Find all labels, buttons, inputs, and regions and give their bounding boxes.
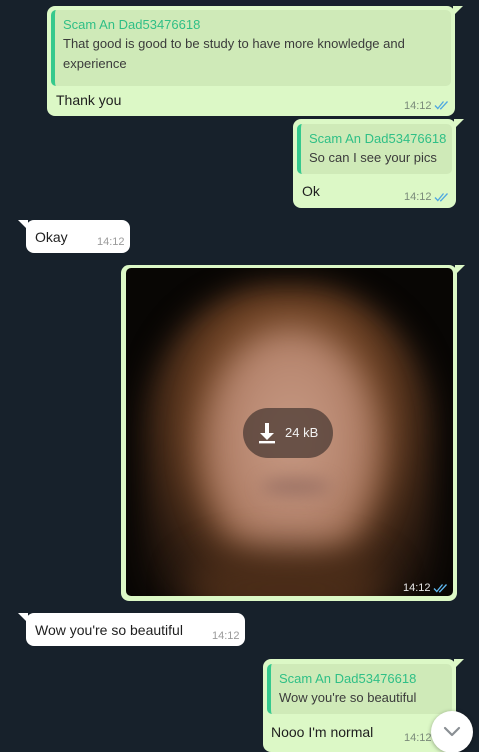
scroll-to-bottom-button[interactable]: [431, 711, 473, 752]
chat-history[interactable]: Scam An Dad53476618 That good is good to…: [0, 0, 479, 752]
message-text: Thank you: [56, 92, 122, 108]
download-button[interactable]: 24 kB: [243, 408, 333, 458]
incoming-message[interactable]: Okay 14:12: [18, 220, 130, 253]
download-arrow-icon: [259, 423, 275, 444]
quote-author: Scam An Dad53476618: [309, 131, 447, 146]
reply-quote[interactable]: Scam An Dad53476618 Wow you're so beauti…: [267, 664, 452, 714]
message-text: Ok: [302, 183, 320, 199]
quote-text: Wow you're so beautiful: [279, 690, 417, 705]
quote-text: So can I see your pics: [309, 150, 437, 165]
double-check-icon: [433, 584, 447, 593]
outgoing-message[interactable]: Scam An Dad53476618 Wow you're so beauti…: [263, 659, 464, 752]
message-time: 14:12: [212, 630, 240, 642]
reply-quote[interactable]: Scam An Dad53476618 That good is good to…: [51, 10, 451, 86]
bubble-tail: [453, 6, 463, 16]
message-text: Okay: [35, 229, 68, 245]
quote-author: Scam An Dad53476618: [279, 671, 417, 686]
bubble-tail: [454, 119, 464, 129]
blurred-photo[interactable]: 24 kB 14:12: [126, 268, 453, 596]
message-time: 14:12: [404, 191, 432, 203]
double-check-icon: [434, 193, 448, 202]
outgoing-message[interactable]: Scam An Dad53476618 That good is good to…: [47, 6, 463, 116]
quote-author: Scam An Dad53476618: [63, 17, 201, 32]
message-time: 14:12: [403, 582, 431, 594]
chevron-down-icon: [443, 726, 461, 737]
outgoing-message[interactable]: Scam An Dad53476618 So can I see your pi…: [293, 119, 464, 208]
bubble-tail: [454, 659, 464, 669]
bubble-tail: [455, 265, 465, 275]
download-size: 24 kB: [285, 425, 319, 440]
double-check-icon: [434, 101, 448, 110]
incoming-message[interactable]: Wow you're so beautiful 14:12: [18, 613, 245, 646]
quote-text: That good is good to be study to have mo…: [63, 36, 405, 71]
message-time: 14:12: [97, 236, 125, 248]
photo-blur-detail: [261, 478, 331, 496]
bubble-tail: [18, 220, 28, 230]
message-time: 14:12: [404, 100, 432, 112]
message-time: 14:12: [404, 732, 432, 744]
message-text: Wow you're so beautiful: [35, 622, 183, 638]
message-text: Nooo I'm normal: [271, 724, 374, 740]
reply-quote[interactable]: Scam An Dad53476618 So can I see your pi…: [297, 124, 452, 174]
bubble-tail: [18, 613, 28, 623]
